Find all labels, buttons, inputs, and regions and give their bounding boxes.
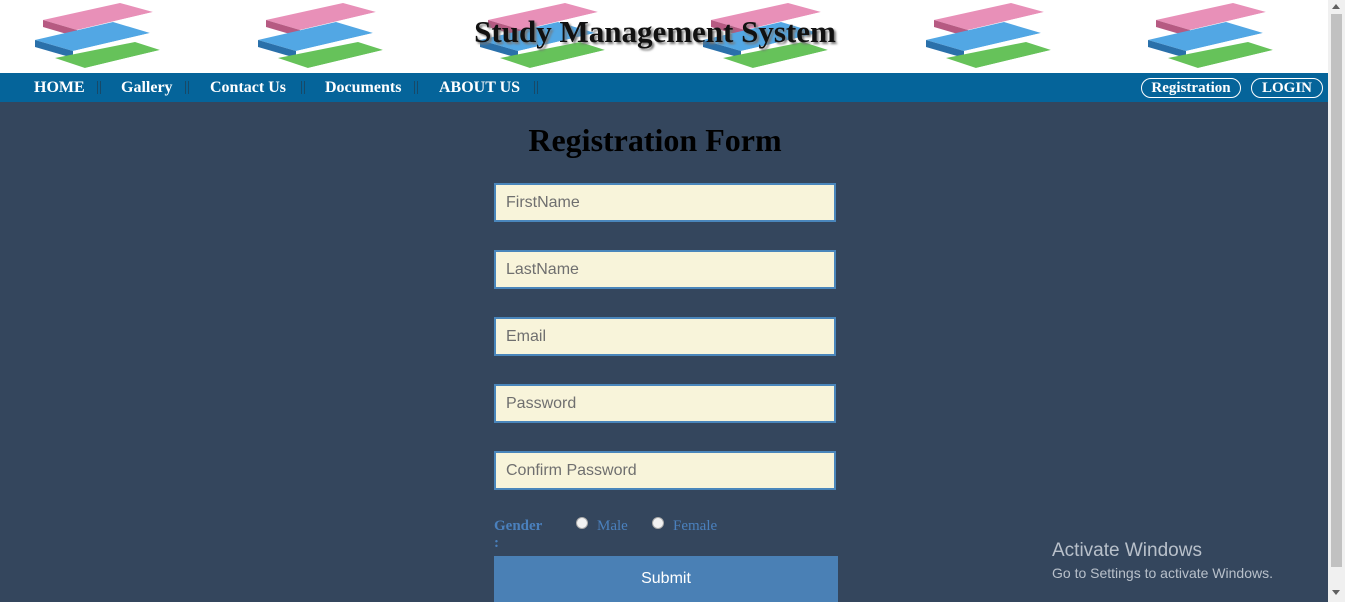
scroll-up-arrow-icon[interactable] [1332, 4, 1340, 9]
scroll-down-arrow-icon[interactable] [1332, 590, 1340, 595]
gender-female-label[interactable]: Female [673, 518, 717, 535]
nav-separator: || [300, 79, 307, 95]
watermark-title: Activate Windows [1052, 540, 1202, 561]
nav-separator: || [533, 79, 540, 95]
watermark-subtitle: Go to Settings to activate Windows. [1052, 565, 1273, 581]
password-input[interactable] [494, 384, 836, 423]
nav-gallery-link[interactable]: Gallery [121, 79, 173, 97]
nav-separator: || [184, 79, 191, 95]
registration-button[interactable]: Registration [1141, 78, 1241, 98]
scrollbar-thumb[interactable] [1331, 14, 1342, 567]
confirm-password-input[interactable] [494, 451, 836, 490]
nav-documents-link[interactable]: Documents [325, 79, 401, 97]
gender-label: Gender : [494, 518, 543, 551]
site-header: Study Management System [0, 0, 1328, 73]
firstname-input[interactable] [494, 183, 836, 222]
nav-contact-link[interactable]: Contact Us [210, 79, 286, 97]
activate-windows-watermark: Activate Windows Go to Settings to activ… [1052, 540, 1273, 581]
submit-button[interactable]: Submit [494, 556, 838, 602]
nav-about-link[interactable]: ABOUT US [439, 79, 520, 97]
nav-separator: || [413, 79, 420, 95]
gender-male-label[interactable]: Male [597, 518, 628, 535]
site-title: Study Management System [474, 14, 836, 49]
top-nav: HOME || Gallery || Contact Us || Documen… [0, 73, 1328, 102]
vertical-scrollbar[interactable] [1328, 0, 1345, 602]
gender-male-radio[interactable] [576, 517, 588, 529]
nav-separator: || [96, 79, 103, 95]
form-title: Registration Form [528, 122, 782, 158]
login-button[interactable]: LOGIN [1251, 78, 1323, 98]
email-input[interactable] [494, 317, 836, 356]
nav-home-link[interactable]: HOME [34, 79, 85, 97]
lastname-input[interactable] [494, 250, 836, 289]
gender-female-radio[interactable] [652, 517, 664, 529]
